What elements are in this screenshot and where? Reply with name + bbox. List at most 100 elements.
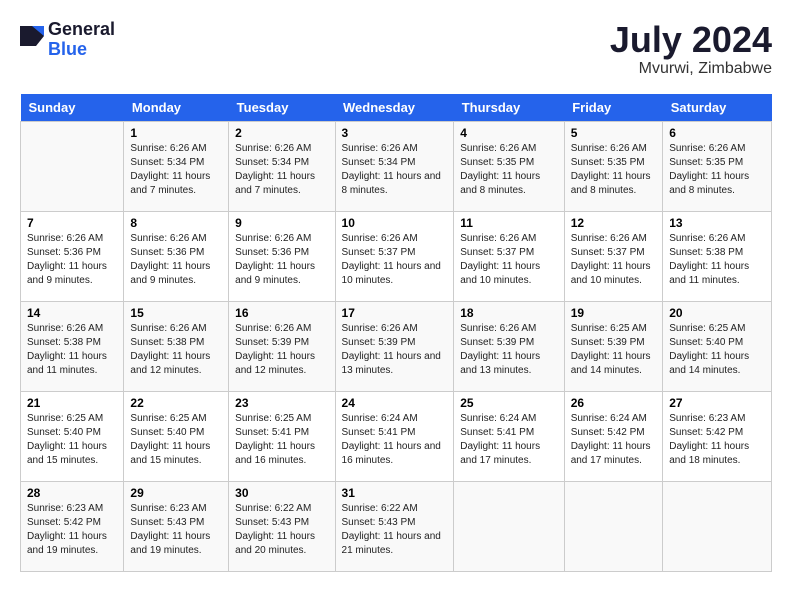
location: Mvurwi, Zimbabwe — [610, 60, 772, 78]
title-block: July 2024 Mvurwi, Zimbabwe — [610, 20, 772, 78]
day-number: 23 — [235, 396, 328, 410]
cell-info: Sunrise: 6:26 AMSunset: 5:39 PMDaylight:… — [342, 322, 448, 378]
calendar-cell: 31 Sunrise: 6:22 AMSunset: 5:43 PMDayligh… — [335, 481, 454, 571]
month-year: July 2024 — [610, 20, 772, 60]
day-number: 21 — [27, 396, 117, 410]
cell-info: Sunrise: 6:26 AMSunset: 5:39 PMDaylight:… — [235, 322, 328, 378]
cell-info: Sunrise: 6:23 AMSunset: 5:43 PMDaylight:… — [130, 502, 222, 558]
calendar-table: SundayMondayTuesdayWednesdayThursdayFrid… — [20, 94, 772, 572]
cell-info: Sunrise: 6:26 AMSunset: 5:35 PMDaylight:… — [571, 142, 657, 198]
calendar-cell: 16 Sunrise: 6:26 AMSunset: 5:39 PMDayligh… — [229, 301, 335, 391]
calendar-cell: 1 Sunrise: 6:26 AMSunset: 5:34 PMDaylight… — [124, 121, 229, 211]
calendar-cell: 13 Sunrise: 6:26 AMSunset: 5:38 PMDayligh… — [663, 211, 772, 301]
cell-info: Sunrise: 6:26 AMSunset: 5:35 PMDaylight:… — [669, 142, 765, 198]
header-tuesday: Tuesday — [229, 94, 335, 122]
day-number: 15 — [130, 306, 222, 320]
logo: General Blue — [20, 20, 115, 60]
day-number: 20 — [669, 306, 765, 320]
day-number: 24 — [342, 396, 448, 410]
day-number: 8 — [130, 216, 222, 230]
calendar-cell: 14 Sunrise: 6:26 AMSunset: 5:38 PMDayligh… — [21, 301, 124, 391]
calendar-cell: 20 Sunrise: 6:25 AMSunset: 5:40 PMDayligh… — [663, 301, 772, 391]
cell-info: Sunrise: 6:24 AMSunset: 5:41 PMDaylight:… — [460, 412, 557, 468]
header-saturday: Saturday — [663, 94, 772, 122]
calendar-cell: 27 Sunrise: 6:23 AMSunset: 5:42 PMDayligh… — [663, 391, 772, 481]
header-sunday: Sunday — [21, 94, 124, 122]
header-friday: Friday — [564, 94, 663, 122]
calendar-cell: 17 Sunrise: 6:26 AMSunset: 5:39 PMDayligh… — [335, 301, 454, 391]
cell-info: Sunrise: 6:26 AMSunset: 5:34 PMDaylight:… — [235, 142, 328, 198]
logo-icon — [20, 26, 44, 54]
calendar-cell: 9Sunrise: 6:26 AMSunset: 5:36 PMDaylight… — [229, 211, 335, 301]
calendar-cell: 18 Sunrise: 6:26 AMSunset: 5:39 PMDayligh… — [454, 301, 564, 391]
cell-info: Sunrise: 6:23 AMSunset: 5:42 PMDaylight:… — [27, 502, 117, 558]
day-number: 5 — [571, 126, 657, 140]
cell-info: Sunrise: 6:24 AMSunset: 5:41 PMDaylight:… — [342, 412, 448, 468]
week-row-2: 14 Sunrise: 6:26 AMSunset: 5:38 PMDayligh… — [21, 301, 772, 391]
cell-info: Sunrise: 6:25 AMSunset: 5:41 PMDaylight:… — [235, 412, 328, 468]
calendar-cell: 26Sunrise: 6:24 AMSunset: 5:42 PMDayligh… — [564, 391, 663, 481]
day-number: 18 — [460, 306, 557, 320]
calendar-cell: 15Sunrise: 6:26 AMSunset: 5:38 PMDayligh… — [124, 301, 229, 391]
day-number: 28 — [27, 486, 117, 500]
calendar-cell — [663, 481, 772, 571]
calendar-cell — [21, 121, 124, 211]
header-thursday: Thursday — [454, 94, 564, 122]
calendar-cell: 24 Sunrise: 6:24 AMSunset: 5:41 PMDayligh… — [335, 391, 454, 481]
cell-info: Sunrise: 6:26 AMSunset: 5:38 PMDaylight:… — [27, 322, 117, 378]
calendar-cell: 7 Sunrise: 6:26 AMSunset: 5:36 PMDaylight… — [21, 211, 124, 301]
cell-info: Sunrise: 6:22 AMSunset: 5:43 PMDaylight:… — [235, 502, 328, 558]
day-number: 10 — [342, 216, 448, 230]
calendar-cell: 4Sunrise: 6:26 AMSunset: 5:35 PMDaylight… — [454, 121, 564, 211]
cell-info: Sunrise: 6:26 AMSunset: 5:38 PMDaylight:… — [669, 232, 765, 288]
logo-general: General — [48, 20, 115, 40]
cell-info: Sunrise: 6:22 AMSunset: 5:43 PMDaylight:… — [342, 502, 448, 558]
cell-info: Sunrise: 6:26 AMSunset: 5:34 PMDaylight:… — [342, 142, 448, 198]
cell-info: Sunrise: 6:24 AMSunset: 5:42 PMDaylight:… — [571, 412, 657, 468]
day-number: 31 — [342, 486, 448, 500]
cell-info: Sunrise: 6:26 AMSunset: 5:34 PMDaylight:… — [130, 142, 222, 198]
cell-info: Sunrise: 6:25 AMSunset: 5:40 PMDaylight:… — [130, 412, 222, 468]
cell-info: Sunrise: 6:25 AMSunset: 5:39 PMDaylight:… — [571, 322, 657, 378]
day-number: 30 — [235, 486, 328, 500]
cell-info: Sunrise: 6:26 AMSunset: 5:36 PMDaylight:… — [130, 232, 222, 288]
day-number: 19 — [571, 306, 657, 320]
day-number: 13 — [669, 216, 765, 230]
day-number: 7 — [27, 216, 117, 230]
cell-info: Sunrise: 6:25 AMSunset: 5:40 PMDaylight:… — [669, 322, 765, 378]
header-monday: Monday — [124, 94, 229, 122]
calendar-cell: 29Sunrise: 6:23 AMSunset: 5:43 PMDayligh… — [124, 481, 229, 571]
calendar-cell: 19 Sunrise: 6:25 AMSunset: 5:39 PMDayligh… — [564, 301, 663, 391]
calendar-cell: 22 Sunrise: 6:25 AMSunset: 5:40 PMDayligh… — [124, 391, 229, 481]
day-number: 12 — [571, 216, 657, 230]
day-number: 14 — [27, 306, 117, 320]
day-number: 1 — [130, 126, 222, 140]
day-number: 16 — [235, 306, 328, 320]
cell-info: Sunrise: 6:26 AMSunset: 5:39 PMDaylight:… — [460, 322, 557, 378]
week-row-3: 21 Sunrise: 6:25 AMSunset: 5:40 PMDayligh… — [21, 391, 772, 481]
day-number: 11 — [460, 216, 557, 230]
day-number: 22 — [130, 396, 222, 410]
calendar-cell: 10Sunrise: 6:26 AMSunset: 5:37 PMDayligh… — [335, 211, 454, 301]
calendar-cell: 25 Sunrise: 6:24 AMSunset: 5:41 PMDayligh… — [454, 391, 564, 481]
day-number: 6 — [669, 126, 765, 140]
header-wednesday: Wednesday — [335, 94, 454, 122]
day-number: 27 — [669, 396, 765, 410]
week-row-4: 28 Sunrise: 6:23 AMSunset: 5:42 PMDayligh… — [21, 481, 772, 571]
calendar-cell: 12Sunrise: 6:26 AMSunset: 5:37 PMDayligh… — [564, 211, 663, 301]
day-number: 2 — [235, 126, 328, 140]
cell-info: Sunrise: 6:26 AMSunset: 5:36 PMDaylight:… — [27, 232, 117, 288]
calendar-cell: 11 Sunrise: 6:26 AMSunset: 5:37 PMDayligh… — [454, 211, 564, 301]
day-number: 3 — [342, 126, 448, 140]
cell-info: Sunrise: 6:26 AMSunset: 5:36 PMDaylight:… — [235, 232, 328, 288]
calendar-header-row: SundayMondayTuesdayWednesdayThursdayFrid… — [21, 94, 772, 122]
calendar-cell: 30 Sunrise: 6:22 AMSunset: 5:43 PMDayligh… — [229, 481, 335, 571]
cell-info: Sunrise: 6:26 AMSunset: 5:37 PMDaylight:… — [460, 232, 557, 288]
week-row-1: 7 Sunrise: 6:26 AMSunset: 5:36 PMDaylight… — [21, 211, 772, 301]
cell-info: Sunrise: 6:23 AMSunset: 5:42 PMDaylight:… — [669, 412, 765, 468]
week-row-0: 1 Sunrise: 6:26 AMSunset: 5:34 PMDaylight… — [21, 121, 772, 211]
day-number: 17 — [342, 306, 448, 320]
calendar-cell: 8 Sunrise: 6:26 AMSunset: 5:36 PMDaylight… — [124, 211, 229, 301]
cell-info: Sunrise: 6:25 AMSunset: 5:40 PMDaylight:… — [27, 412, 117, 468]
day-number: 25 — [460, 396, 557, 410]
